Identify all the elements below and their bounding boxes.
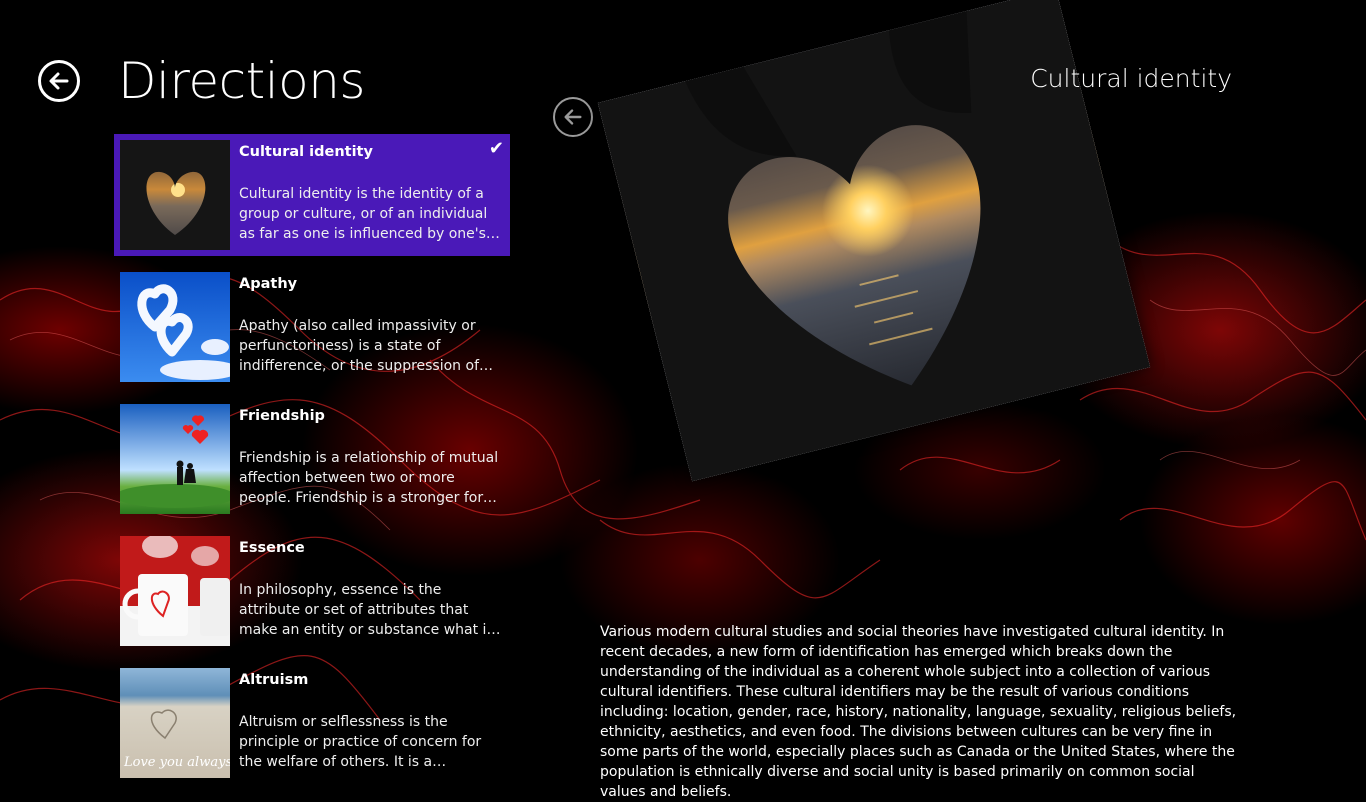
list-item-title: Essence [239, 540, 305, 556]
list-item-cultural-identity[interactable]: Cultural identity Cultural identity is t… [114, 134, 510, 256]
list-item-title: Apathy [239, 276, 298, 292]
thumbnail-beach-heart: Love you always [120, 668, 230, 778]
thumbnail-cloud-hearts [120, 272, 230, 382]
thumbnail-heart-mugs [120, 536, 230, 646]
thumbnail-heart-hands-sunset [120, 140, 230, 250]
detail-title: Cultural identity [1030, 64, 1232, 93]
list-item-description: Apathy (also called impassivity or perfu… [239, 318, 480, 374]
list-item-title: Cultural identity [239, 144, 373, 160]
list-item-altruism[interactable]: Love you always Altruism Altruism or sel… [114, 662, 510, 784]
list-item-apathy[interactable]: Apathy Apathy (also called impassivity o… [114, 266, 510, 388]
list-item-description: Altruism or selflessness is the principl… [239, 714, 482, 770]
detail-back-button[interactable] [553, 97, 593, 137]
list-item-description: Cultural identity is the identity of a g… [239, 186, 488, 242]
list-item-title: Friendship [239, 408, 325, 424]
list-item-description: Friendship is a relationship of mutual a… [239, 450, 499, 506]
back-button[interactable] [38, 60, 80, 102]
thumbnail-couple-hearts [120, 404, 230, 514]
checkmark-icon: ✔ [488, 138, 504, 159]
topic-list: Cultural identity Cultural identity is t… [114, 134, 510, 794]
list-item-description: In philosophy, essence is the attribute … [239, 582, 492, 638]
arrow-left-icon [564, 109, 582, 125]
list-item-essence[interactable]: Essence In philosophy, essence is the at… [114, 530, 510, 652]
arrow-left-icon [49, 72, 69, 90]
page-title: Directions [118, 52, 365, 110]
list-item-title: Altruism [239, 672, 309, 688]
list-item-friendship[interactable]: Friendship Friendship is a relationship … [114, 398, 510, 520]
detail-body-text: Various modern cultural studies and soci… [600, 624, 1237, 800]
